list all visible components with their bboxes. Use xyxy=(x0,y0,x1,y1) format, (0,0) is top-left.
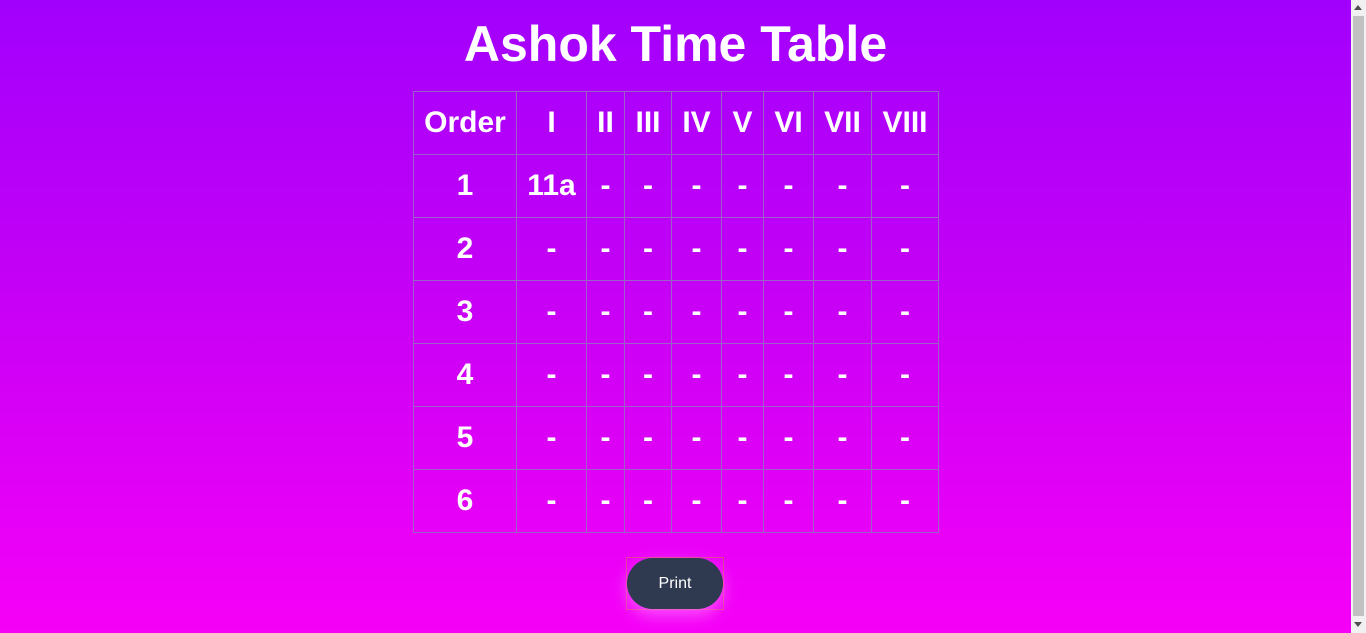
period-cell: - xyxy=(516,343,587,407)
period-cell: - xyxy=(671,469,722,533)
period-cell: - xyxy=(813,343,872,407)
order-cell: 5 xyxy=(413,406,517,470)
period-cell: - xyxy=(624,217,672,281)
page-title: Ashok Time Table xyxy=(463,16,888,72)
column-header: IV xyxy=(671,91,722,155)
period-cell: - xyxy=(624,406,672,470)
period-cell: - xyxy=(624,469,672,533)
period-cell: - xyxy=(763,280,814,344)
table-row: 5-------- xyxy=(413,406,939,470)
page-background: Ashok Time Table Order I II III IV V VI … xyxy=(0,0,1351,633)
period-cell: - xyxy=(813,469,872,533)
period-cell: - xyxy=(586,343,625,407)
period-cell: - xyxy=(871,280,939,344)
table-row: 1 11a - - - - - - - xyxy=(413,154,939,218)
period-cell: - xyxy=(721,406,764,470)
table-header-row: Order I II III IV V VI VII VIII xyxy=(413,91,939,155)
period-cell: - xyxy=(516,217,587,281)
order-cell: 1 xyxy=(413,154,517,218)
period-cell: - xyxy=(871,469,939,533)
print-button[interactable]: Print xyxy=(627,558,723,609)
period-cell: - xyxy=(721,343,764,407)
period-cell: - xyxy=(671,154,722,218)
scroll-up-arrow-icon[interactable] xyxy=(1354,5,1362,10)
period-cell: - xyxy=(721,217,764,281)
period-cell: - xyxy=(671,406,722,470)
scroll-down-arrow-icon[interactable] xyxy=(1354,622,1362,627)
period-cell: - xyxy=(763,406,814,470)
period-cell: - xyxy=(516,469,587,533)
period-cell: - xyxy=(586,154,625,218)
period-cell: - xyxy=(813,406,872,470)
period-cell: - xyxy=(721,469,764,533)
period-cell: - xyxy=(721,280,764,344)
order-cell: 6 xyxy=(413,469,517,533)
table-row: 6-------- xyxy=(413,469,939,533)
period-cell: - xyxy=(586,469,625,533)
period-cell: - xyxy=(871,343,939,407)
period-cell: - xyxy=(671,217,722,281)
period-cell: - xyxy=(586,406,625,470)
table-row: 4-------- xyxy=(413,343,939,407)
period-cell: - xyxy=(763,469,814,533)
period-cell: - xyxy=(624,343,672,407)
column-header: VI xyxy=(763,91,814,155)
period-cell: - xyxy=(813,280,872,344)
period-cell: - xyxy=(671,280,722,344)
column-header: III xyxy=(624,91,672,155)
period-cell: - xyxy=(763,343,814,407)
column-header: Order xyxy=(413,91,517,155)
period-cell: - xyxy=(763,154,814,218)
period-cell: - xyxy=(871,406,939,470)
period-cell: - xyxy=(871,154,939,218)
column-header: V xyxy=(721,91,764,155)
column-header: VII xyxy=(813,91,872,155)
period-cell: - xyxy=(516,280,587,344)
column-header: VIII xyxy=(871,91,939,155)
order-cell: 2 xyxy=(413,217,517,281)
order-cell: 3 xyxy=(413,280,517,344)
period-cell: - xyxy=(813,217,872,281)
period-cell: 11a xyxy=(516,154,587,218)
period-cell: - xyxy=(586,217,625,281)
table-row: 2-------- xyxy=(413,217,939,281)
period-cell: - xyxy=(871,217,939,281)
period-cell: - xyxy=(813,154,872,218)
period-cell: - xyxy=(721,154,764,218)
period-cell: - xyxy=(624,280,672,344)
period-cell: - xyxy=(763,217,814,281)
table-row: 3-------- xyxy=(413,280,939,344)
column-header: II xyxy=(586,91,625,155)
scrollbar-thumb[interactable] xyxy=(1353,16,1364,616)
period-cell: - xyxy=(586,280,625,344)
timetable: Order I II III IV V VI VII VIII 1 11a - - - -… xyxy=(413,91,939,533)
column-header: I xyxy=(516,91,587,155)
period-cell: - xyxy=(624,154,672,218)
order-cell: 4 xyxy=(413,343,517,407)
period-cell: - xyxy=(516,406,587,470)
period-cell: - xyxy=(671,343,722,407)
